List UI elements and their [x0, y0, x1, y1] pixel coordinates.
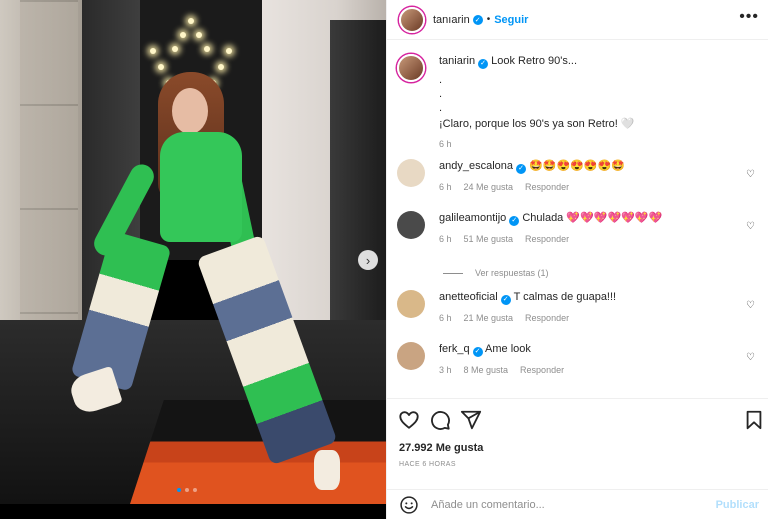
post-timestamp[interactable]: HACE 6 HORAS	[399, 461, 456, 468]
comment-likes[interactable]: 51 Me gusta	[464, 232, 514, 246]
carousel-indicator	[177, 488, 197, 492]
caption-body: ¡Claro, porque los 90's ya son Retro! 🤍	[439, 118, 635, 130]
comment-likes[interactable]: 21 Me gusta	[464, 311, 514, 325]
post-media: ›	[0, 0, 386, 519]
comment-bubble-icon[interactable]	[429, 409, 451, 431]
post-header: tanıarin ✓ • Seguir •••	[387, 0, 768, 40]
author-avatar[interactable]	[397, 54, 425, 82]
comment-time: 6 h	[439, 313, 452, 323]
carousel-dot	[185, 488, 189, 492]
commenter-avatar[interactable]	[397, 342, 425, 370]
heart-icon[interactable]: ♡	[746, 221, 755, 232]
reply-button[interactable]: Responder	[525, 180, 569, 194]
view-replies-button[interactable]: Ver respuestas (1)	[443, 268, 549, 278]
comment-item: ferk_q ✓ Ame look 3 h 8 Me gusta Responde…	[397, 342, 759, 377]
carousel-dot	[193, 488, 197, 492]
comment-username[interactable]: ferk_q	[439, 343, 470, 355]
carousel-next-button[interactable]: ›	[358, 250, 378, 270]
commenter-avatar[interactable]	[397, 211, 425, 239]
follow-button[interactable]: Seguir	[494, 14, 528, 26]
comment-item: galileamontijo ✓ Chulada 💖💖💖💖💖💖💖 6 h 51 M…	[397, 211, 759, 246]
commenter-avatar[interactable]	[397, 290, 425, 318]
emoji-smiley-icon[interactable]	[399, 495, 419, 515]
comment-text: 🤩🤩😍😍😍😍🤩	[529, 160, 625, 172]
comment-username[interactable]: anetteoficial	[439, 291, 498, 303]
publish-button[interactable]: Publicar	[716, 499, 759, 511]
reply-button[interactable]: Responder	[525, 311, 569, 325]
instagram-post: › tanıarin ✓ • Seguir ••• taniarin ✓ Loo…	[0, 0, 768, 519]
verified-badge-icon: ✓	[516, 164, 527, 174]
caption: taniarin ✓ Look Retro 90's... . . . ¡Clar…	[397, 54, 759, 151]
reply-button[interactable]: Responder	[525, 232, 569, 246]
author-avatar[interactable]	[399, 6, 425, 33]
like-heart-icon[interactable]	[398, 409, 420, 431]
more-options-icon[interactable]: •••	[739, 9, 759, 25]
chevron-right-icon: ›	[365, 252, 371, 268]
comment-input[interactable]	[431, 498, 701, 511]
verified-badge-icon: ✓	[472, 347, 483, 357]
likes-count[interactable]: 27.992 Me gusta	[399, 442, 483, 454]
heart-icon[interactable]: ♡	[746, 352, 755, 363]
author-username[interactable]: tanıarin	[433, 14, 470, 26]
comment-text: Ame look	[485, 343, 531, 355]
carousel-dot	[177, 488, 181, 492]
comment-text: Chulada 💖💖💖💖💖💖💖	[522, 212, 663, 224]
verified-badge-icon: ✓	[478, 59, 489, 69]
comment-text: T calmas de guapa!!!	[513, 291, 617, 303]
action-bar	[387, 398, 768, 440]
verified-badge-icon: ✓	[509, 216, 520, 226]
caption-line: .	[439, 74, 443, 86]
comment-time: 6 h	[439, 182, 452, 192]
comment-item: andy_escalona ✓ 🤩🤩😍😍😍😍🤩 6 h 24 Me gusta R…	[397, 159, 759, 194]
caption-title: Look Retro 90's...	[491, 55, 578, 67]
post-side-panel: tanıarin ✓ • Seguir ••• taniarin ✓ Look R…	[386, 0, 768, 519]
caption-username[interactable]: taniarin	[439, 55, 475, 67]
share-paper-plane-icon[interactable]	[460, 409, 482, 431]
comment-username[interactable]: galileamontijo	[439, 212, 506, 224]
verified-badge-icon: ✓	[472, 14, 483, 25]
comment-item: anetteoficial ✓ T calmas de guapa!!! 6 h …	[397, 290, 759, 325]
add-comment-bar: Publicar	[387, 489, 768, 519]
caption-line: .	[439, 102, 443, 114]
save-bookmark-icon[interactable]	[743, 409, 765, 431]
commenter-avatar[interactable]	[397, 159, 425, 187]
heart-icon[interactable]: ♡	[746, 169, 755, 180]
caption-time: 6 h	[439, 139, 452, 149]
comment-likes[interactable]: 24 Me gusta	[464, 180, 514, 194]
verified-badge-icon: ✓	[500, 295, 511, 305]
reply-button[interactable]: Responder	[520, 363, 564, 377]
comments-list[interactable]: taniarin ✓ Look Retro 90's... . . . ¡Clar…	[387, 40, 768, 398]
comment-time: 3 h	[439, 365, 452, 375]
header-separator: •	[486, 14, 491, 25]
comment-username[interactable]: andy_escalona	[439, 160, 513, 172]
caption-line: .	[439, 88, 443, 100]
post-photo[interactable]	[0, 0, 386, 504]
comment-likes[interactable]: 8 Me gusta	[464, 363, 509, 377]
comment-time: 6 h	[439, 234, 452, 244]
view-replies-label: Ver respuestas (1)	[475, 268, 549, 278]
divider-line	[443, 272, 463, 274]
heart-icon[interactable]: ♡	[746, 300, 755, 311]
